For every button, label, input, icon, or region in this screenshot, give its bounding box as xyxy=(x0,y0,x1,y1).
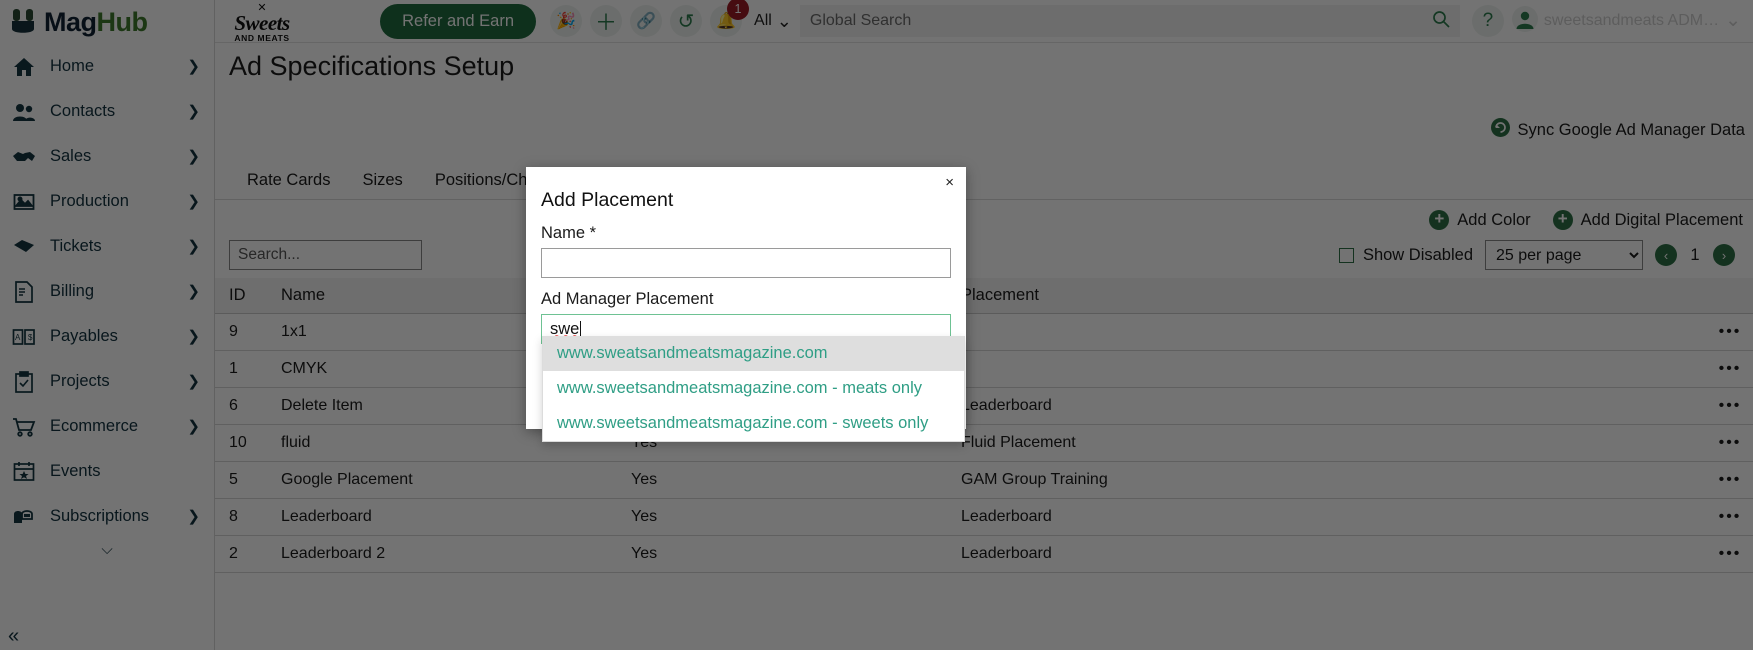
suggestion-item[interactable]: www.sweatsandmeatsmagazine.com xyxy=(543,336,964,371)
ad-manager-placement-label: Ad Manager Placement xyxy=(541,290,714,308)
text-caret xyxy=(580,320,582,338)
suggestion-item[interactable]: www.sweetsandmeatsmagazine.com - meats o… xyxy=(543,371,964,406)
close-icon[interactable]: × xyxy=(945,175,954,190)
name-field-label: Name * xyxy=(541,224,597,242)
name-field[interactable] xyxy=(541,248,951,278)
suggestion-item[interactable]: www.sweetsandmeatsmagazine.com - sweets … xyxy=(543,406,964,441)
app-root: MagHub Home ❯ Contacts ❯ Sales ❯ xyxy=(0,0,1753,650)
modal-title: Add Placement xyxy=(541,189,674,211)
ad-manager-placement-suggestions: www.sweatsandmeatsmagazine.com www.sweet… xyxy=(542,336,965,442)
